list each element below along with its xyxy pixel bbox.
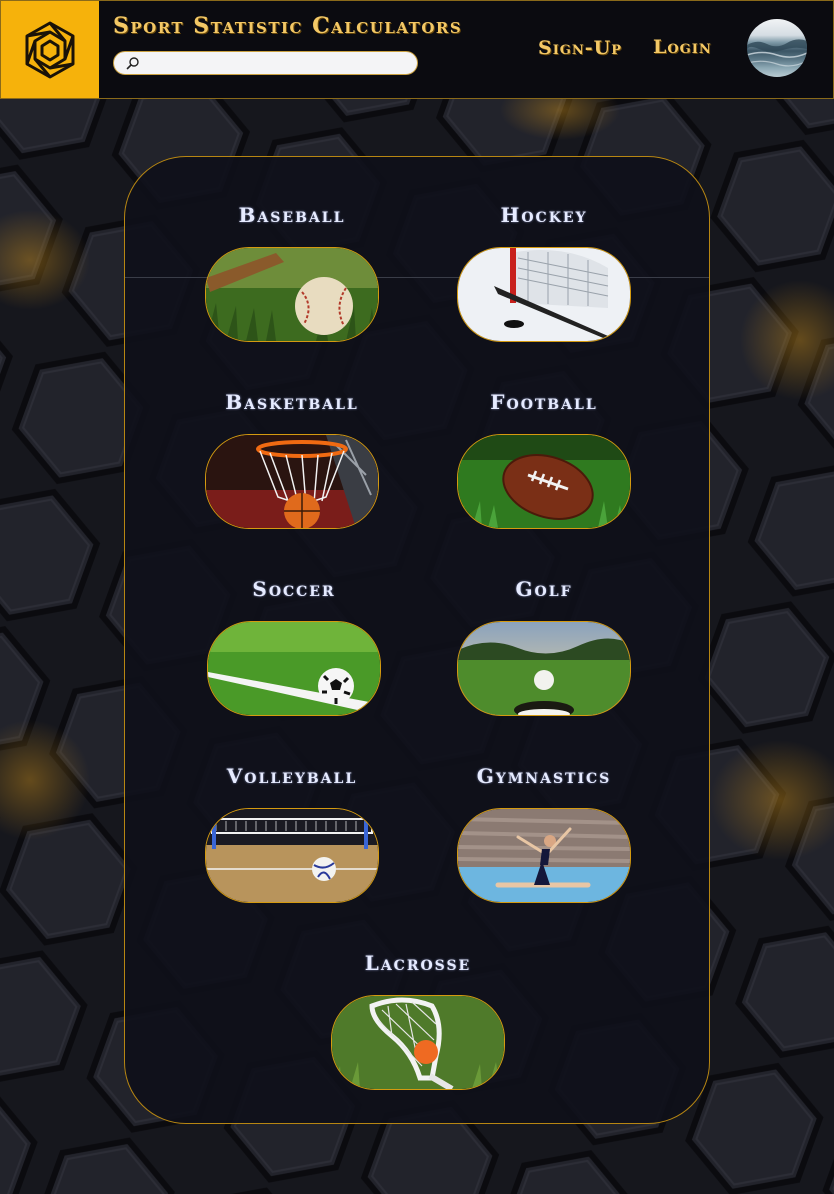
sport-name: Golf — [515, 577, 573, 601]
sport-name: Volleyball — [226, 764, 358, 788]
gymnastics-image[interactable] — [457, 808, 631, 903]
avatar[interactable] — [747, 19, 807, 77]
hexagon-spiral-logo-icon — [25, 21, 75, 78]
baseball-image[interactable] — [205, 247, 379, 342]
sport-card-hockey: Hockey — [454, 203, 634, 342]
hockey-image[interactable] — [457, 247, 631, 342]
sport-card-basketball: Basketball — [202, 390, 382, 529]
ocean-wave-avatar-icon — [747, 39, 807, 67]
sport-card-volleyball: Volleyball — [202, 764, 382, 903]
football-image[interactable] — [457, 434, 631, 529]
login-link[interactable]: Login — [653, 36, 712, 58]
golf-image[interactable] — [457, 621, 631, 716]
volleyball-image[interactable] — [205, 808, 379, 903]
lacrosse-image[interactable] — [331, 995, 505, 1090]
sport-card-baseball: Baseball — [202, 203, 382, 342]
top-header: Sport Statistic Calculators Sign-Up Logi… — [0, 0, 834, 99]
sport-name: Hockey — [500, 203, 588, 227]
sport-name: Football — [490, 390, 598, 414]
basketball-image[interactable] — [205, 434, 379, 529]
sport-card-golf: Golf — [454, 577, 634, 716]
site-title: Sport Statistic Calculators — [113, 13, 463, 39]
sport-card-lacrosse: Lacrosse — [328, 951, 508, 1090]
sports-panel: Baseball Hockey Basketball Football Socc… — [124, 156, 710, 1124]
sport-name: Gymnastics — [476, 764, 612, 788]
sport-card-gymnastics: Gymnastics — [454, 764, 634, 903]
sport-name: Soccer — [252, 577, 336, 601]
logo[interactable] — [1, 1, 99, 98]
sport-card-football: Football — [454, 390, 634, 529]
sport-name: Basketball — [225, 390, 359, 414]
search-bar[interactable] — [113, 51, 418, 75]
sport-card-soccer: Soccer — [204, 577, 384, 716]
search-icon — [126, 57, 139, 70]
signup-link[interactable]: Sign-Up — [538, 37, 622, 59]
sport-name: Baseball — [238, 203, 346, 227]
soccer-image[interactable] — [207, 621, 381, 716]
search-input[interactable] — [148, 54, 412, 74]
sport-name: Lacrosse — [364, 951, 472, 975]
